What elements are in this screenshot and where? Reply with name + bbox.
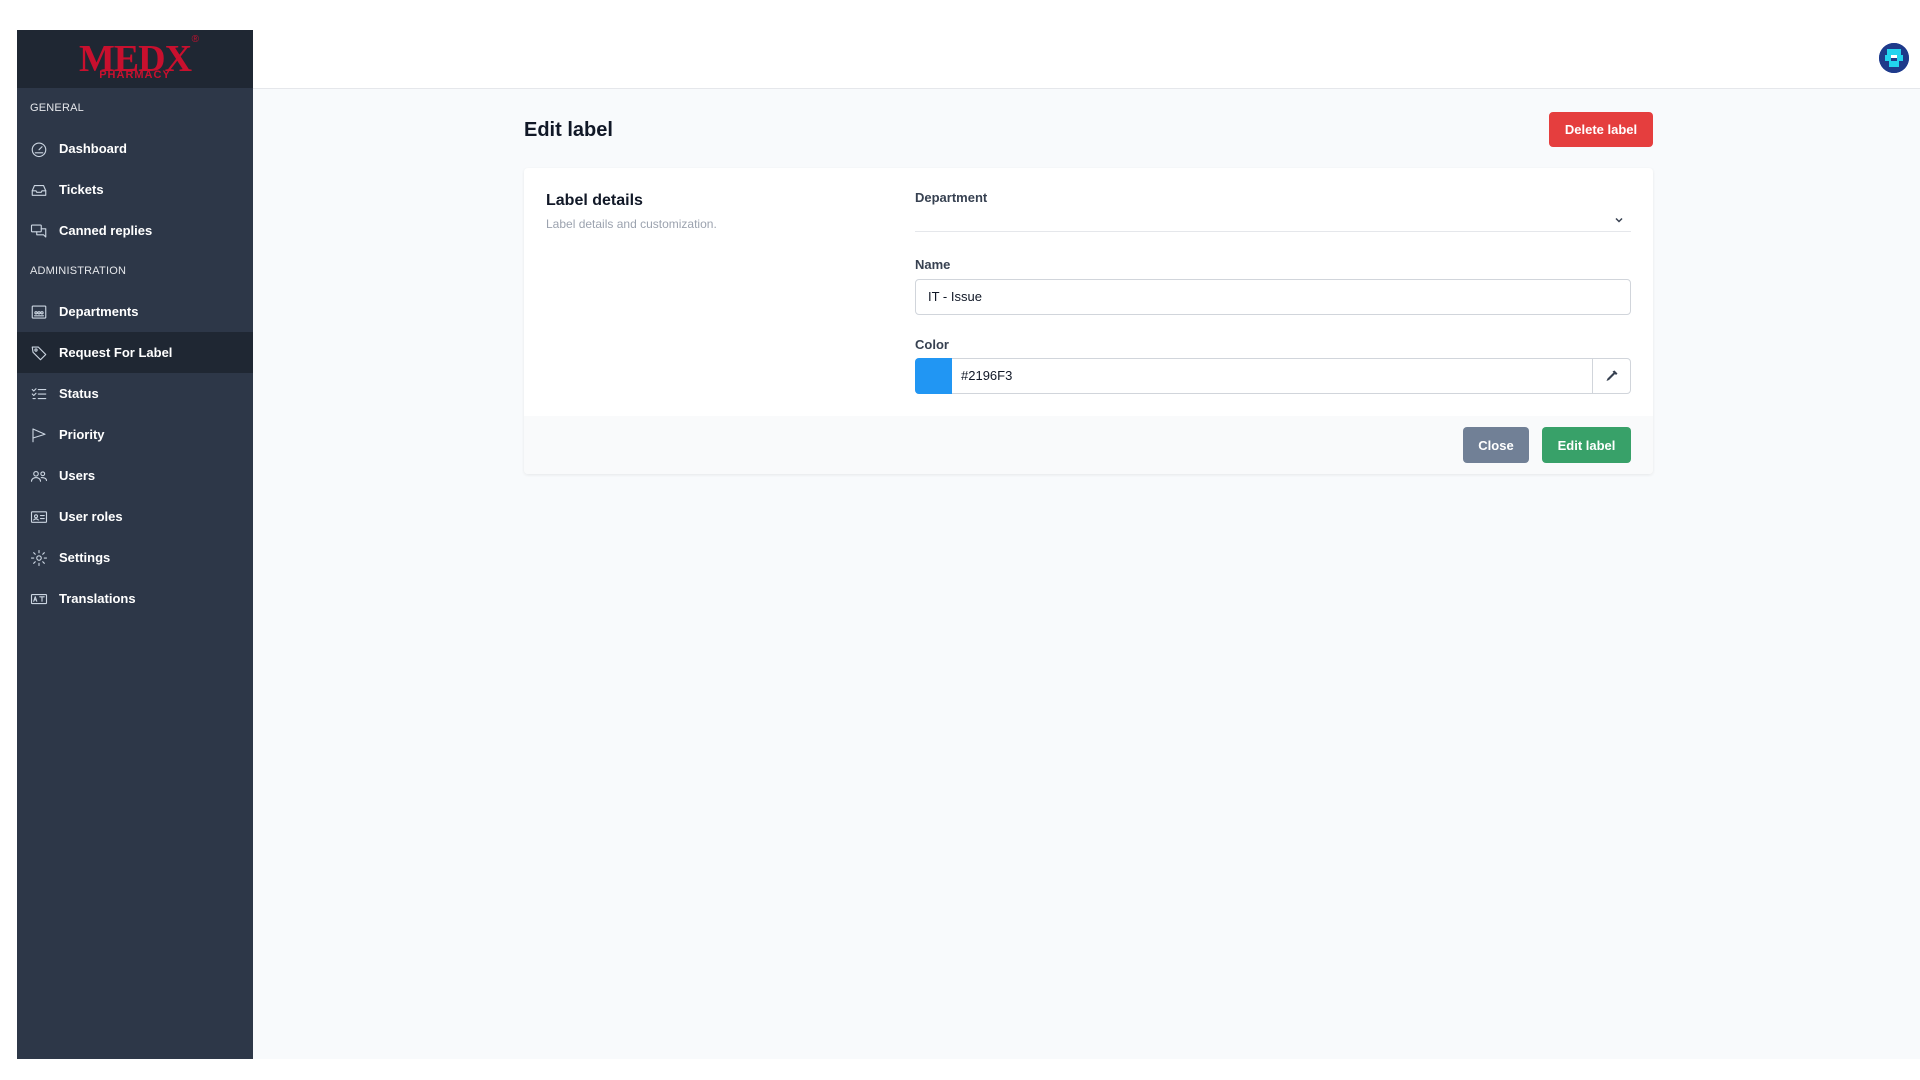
- logo-registered-mark: ®: [191, 34, 199, 45]
- name-label: Name: [915, 257, 951, 272]
- gear-icon: [29, 548, 49, 568]
- sidebar-item-label: Users: [59, 468, 96, 483]
- department-select[interactable]: [915, 208, 1631, 232]
- sidebar-item-label: Settings: [59, 550, 111, 565]
- departments-icon: [29, 302, 49, 322]
- sidebar-item-label: Dashboard: [59, 141, 127, 156]
- checklist-icon: [29, 384, 49, 404]
- chat-bubbles-icon: [29, 221, 49, 241]
- color-label: Color: [915, 337, 949, 352]
- close-button[interactable]: Close: [1463, 427, 1529, 463]
- sidebar-item-canned-replies[interactable]: Canned replies: [17, 210, 253, 251]
- tag-icon: [29, 343, 49, 363]
- sidebar-item-translations[interactable]: Translations: [17, 578, 253, 619]
- sidebar-section-administration: ADMINISTRATION: [30, 265, 127, 277]
- sidebar-item-users[interactable]: Users: [17, 455, 253, 496]
- department-label: Department: [915, 190, 988, 205]
- flag-icon: [29, 425, 49, 445]
- sidebar-item-label: Canned replies: [59, 223, 153, 238]
- card-footer: Close Edit label: [524, 416, 1653, 474]
- users-icon: [29, 466, 49, 486]
- sidebar-item-label: User roles: [59, 509, 123, 524]
- page-title: Edit label: [524, 119, 613, 141]
- sidebar-section-general: GENERAL: [30, 102, 84, 114]
- sidebar-item-label: Request For Label: [59, 345, 173, 360]
- sidebar-item-departments[interactable]: Departments: [17, 291, 253, 332]
- translate-icon: [29, 589, 49, 609]
- sidebar: MEDX PHARMACY ® GENERAL Dashboard Ticket…: [17, 30, 253, 1059]
- logo-bar: MEDX PHARMACY ®: [17, 30, 253, 88]
- brand-logo[interactable]: MEDX PHARMACY ®: [75, 34, 199, 82]
- sidebar-item-priority[interactable]: Priority: [17, 414, 253, 455]
- sidebar-item-label: Translations: [59, 591, 136, 606]
- app-window: MEDX PHARMACY ® GENERAL Dashboard Ticket…: [17, 30, 1920, 1059]
- logo-sub-text: PHARMACY: [99, 69, 171, 81]
- card-header: Label details Label details and customiz…: [546, 191, 717, 232]
- sidebar-item-label: Status: [59, 386, 99, 401]
- dashboard-gauge-icon: [29, 139, 49, 159]
- card-title: Label details: [546, 192, 643, 209]
- inbox-icon: [29, 180, 49, 200]
- sidebar-item-label: Departments: [59, 304, 139, 319]
- delete-label-button[interactable]: Delete label: [1549, 112, 1653, 147]
- id-card-icon: [29, 507, 49, 527]
- top-bar: [253, 30, 1920, 89]
- eyedropper-icon[interactable]: [1592, 359, 1630, 393]
- user-avatar-icon[interactable]: [1879, 43, 1909, 73]
- sidebar-item-dashboard[interactable]: Dashboard: [17, 128, 253, 169]
- color-swatch[interactable]: [915, 358, 952, 394]
- chevron-down-icon: [1615, 217, 1623, 223]
- sidebar-item-tickets[interactable]: Tickets: [17, 169, 253, 210]
- sidebar-item-user-roles[interactable]: User roles: [17, 496, 253, 537]
- sidebar-item-label: Tickets: [59, 182, 104, 197]
- name-input[interactable]: IT - Issue: [915, 279, 1631, 315]
- sidebar-item-settings[interactable]: Settings: [17, 537, 253, 578]
- sidebar-item-request-for-label[interactable]: Request For Label: [17, 332, 253, 373]
- sidebar-item-status[interactable]: Status: [17, 373, 253, 414]
- label-details-card: Label details Label details and customiz…: [524, 168, 1653, 474]
- color-value: #2196F3: [961, 368, 1013, 383]
- edit-label-button[interactable]: Edit label: [1542, 427, 1631, 463]
- sidebar-item-label: Priority: [59, 427, 105, 442]
- card-subtitle: Label details and customization.: [546, 217, 717, 231]
- color-input[interactable]: #2196F3: [915, 358, 1631, 394]
